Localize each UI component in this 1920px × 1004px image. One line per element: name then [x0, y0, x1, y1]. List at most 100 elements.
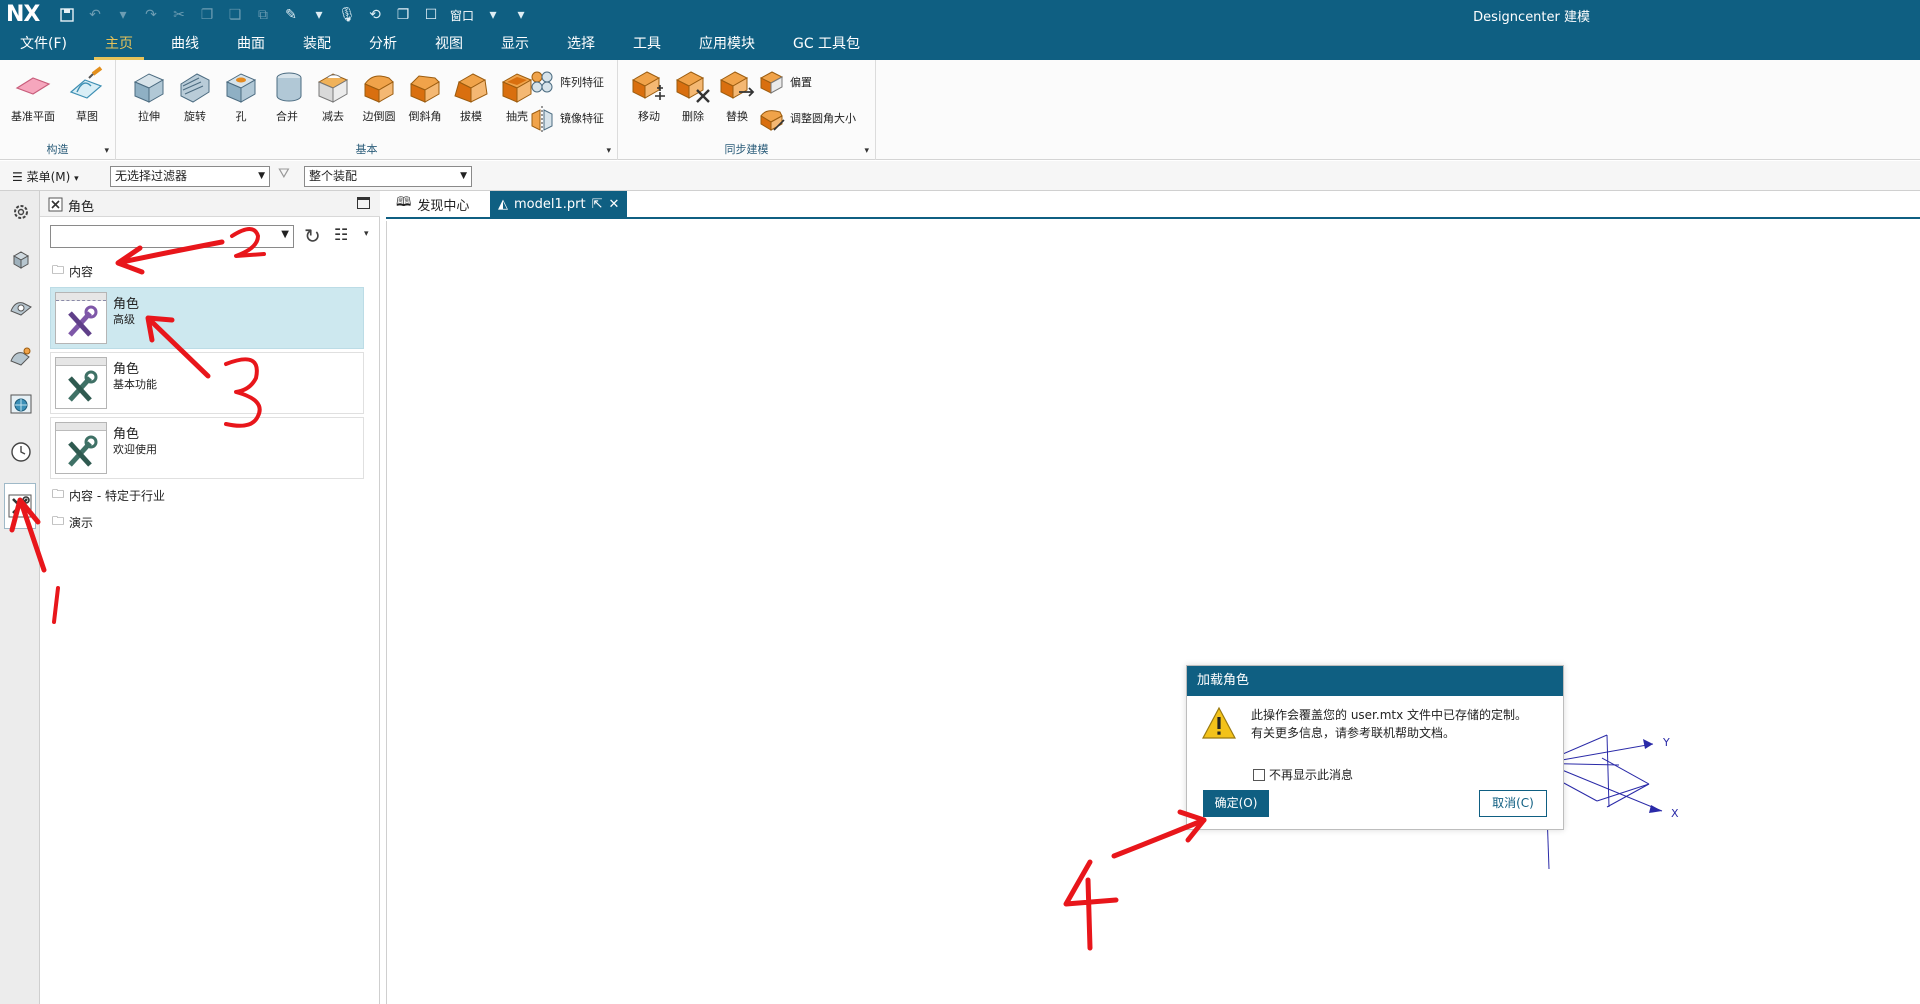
history-clock-icon[interactable] — [6, 437, 36, 467]
folder-icon: 🗀 — [52, 487, 65, 501]
graphics-window[interactable]: Y X — [386, 221, 1920, 1004]
subtract-icon — [317, 73, 349, 103]
folder-content-label: 内容 — [69, 265, 94, 279]
redo-icon[interactable]: ↷ — [140, 4, 162, 26]
dialog-message-line1: 此操作会覆盖您的 user.mtx 文件中已存储的定制。 — [1251, 708, 1528, 722]
subtract-button[interactable]: 减去 — [310, 66, 356, 124]
tab-home[interactable]: 主页 — [86, 30, 152, 60]
sketch-icon — [69, 66, 103, 99]
tab-view[interactable]: 视图 — [416, 30, 482, 60]
selection-scope-dropdown[interactable]: 整个装配 ▼ — [304, 166, 472, 187]
tab-discovery-center[interactable]: 🕮 发现中心 — [388, 191, 477, 217]
cancel-button[interactable]: 取消(C) — [1479, 790, 1547, 817]
dont-show-again-checkbox[interactable]: 不再显示此消息 — [1253, 766, 1353, 783]
role-name: 角色 — [113, 297, 140, 312]
role-item-welcome[interactable]: 角色 欢迎使用 — [50, 417, 364, 479]
folder-icon: 🗀 — [52, 514, 65, 528]
hole-button[interactable]: 孔 — [218, 66, 264, 124]
chevron-down-icon: ▼ — [460, 171, 467, 181]
role-item-essentials[interactable]: 角色 基本功能 — [50, 352, 364, 414]
draft-button[interactable]: 拔模 — [448, 66, 494, 124]
construct-group-dropdown-icon[interactable]: ▾ — [104, 146, 109, 156]
part-navigator-icon[interactable] — [6, 341, 36, 371]
undo-icon[interactable]: ↶ — [84, 4, 106, 26]
edge-blend-label: 边倒圆 — [362, 110, 396, 123]
tab-assembly[interactable]: 装配 — [284, 30, 350, 60]
extrude-button[interactable]: 拉伸 — [126, 66, 172, 124]
mirror-feature-button[interactable]: 镜像特征 — [528, 104, 604, 132]
constraint-navigator-icon[interactable] — [6, 293, 36, 323]
menu-button[interactable]: ☰ 菜单(M) ▾ — [12, 168, 79, 185]
window-switch-icon[interactable]: ❐ — [392, 4, 414, 26]
replace-face-button[interactable]: 替换 — [714, 66, 760, 124]
move-face-label: 移动 — [638, 110, 660, 123]
pattern-feature-button[interactable]: 阵列特征 — [528, 68, 604, 96]
view-dropdown-icon[interactable]: ▾ — [364, 229, 369, 239]
extrude-icon — [133, 73, 165, 103]
folder-demo-label: 演示 — [69, 516, 94, 530]
refresh-icon[interactable]: ↻ — [304, 224, 321, 248]
web-browser-icon[interactable] — [6, 389, 36, 419]
view-orient-icon[interactable]: ⟲ — [364, 4, 386, 26]
chamfer-button[interactable]: 倒斜角 — [402, 66, 448, 124]
checkbox-box[interactable] — [1253, 768, 1265, 781]
tab-model1[interactable]: ◭ model1.prt ⇱ ✕ — [490, 191, 628, 217]
window-dropdown-icon[interactable]: ▾ — [482, 4, 504, 26]
part-file-icon: ◭ — [498, 196, 508, 212]
tab-gc-toolkit[interactable]: GC 工具包 — [774, 30, 879, 60]
save-icon[interactable] — [56, 4, 78, 26]
revolve-button[interactable]: 旋转 — [172, 66, 218, 124]
edge-blend-icon — [364, 75, 394, 103]
type-filter-dropdown[interactable]: 无选择过滤器 ▼ — [110, 166, 270, 187]
maximize-icon[interactable] — [357, 197, 370, 209]
filter-funnel-icon[interactable]: ⛛ — [278, 166, 298, 186]
ok-button[interactable]: 确定(O) — [1203, 790, 1269, 817]
delete-face-button[interactable]: 删除 — [670, 66, 716, 124]
menu-dropdown-icon: ▾ — [74, 174, 79, 184]
sync-group-dropdown-icon[interactable]: ▾ — [864, 146, 869, 156]
edge-blend-button[interactable]: 边倒圆 — [356, 66, 402, 124]
datum-plane-icon — [15, 77, 51, 95]
tab-curve[interactable]: 曲线 — [152, 30, 218, 60]
tab-select[interactable]: 选择 — [548, 30, 614, 60]
tab-surface[interactable]: 曲面 — [218, 30, 284, 60]
tab-display[interactable]: 显示 — [482, 30, 548, 60]
checkbox-label: 不再显示此消息 — [1269, 768, 1354, 782]
folder-demo[interactable]: 🗀 演示 — [52, 512, 93, 533]
tab-tools[interactable]: 工具 — [614, 30, 680, 60]
menu-tabs: 文件(F) 主页 曲线 曲面 装配 分析 视图 显示 选择 工具 应用模块 GC… — [0, 30, 1920, 60]
customize-qat-icon[interactable]: ▾ — [510, 4, 532, 26]
dropdown-icon[interactable]: ▾ — [308, 4, 330, 26]
y-axis-label: Y — [1662, 736, 1670, 749]
command-finder-icon[interactable]: ✎ — [280, 4, 302, 26]
paste-icon[interactable]: ❏ — [224, 4, 246, 26]
unite-button[interactable]: 合并 — [264, 66, 310, 124]
microphone-icon[interactable]: 🎙 — [336, 4, 358, 26]
folder-industry-content[interactable]: 🗀 内容 - 特定于行业 — [52, 485, 165, 506]
move-face-button[interactable]: 移动 — [626, 66, 672, 124]
x-axis-label: X — [1671, 807, 1679, 820]
roles-tab-icon[interactable] — [4, 483, 36, 529]
folder-content[interactable]: 🗀 内容 — [52, 261, 93, 282]
datum-plane-button[interactable]: 基准平面 — [10, 66, 56, 124]
tab-file[interactable]: 文件(F) — [0, 30, 86, 60]
window-menu-label[interactable]: 窗口 — [448, 7, 476, 24]
copy-icon[interactable]: ❐ — [196, 4, 218, 26]
close-icon[interactable]: ✕ — [608, 197, 619, 212]
list-view-icon[interactable]: ☷ — [334, 225, 348, 244]
basic-group-dropdown-icon[interactable]: ▾ — [606, 146, 611, 156]
undock-icon[interactable]: ⇱ — [592, 197, 603, 212]
resize-blend-button[interactable]: 调整圆角大小 — [758, 104, 856, 132]
duplicate-icon[interactable]: ⧉ — [252, 4, 274, 26]
roles-filter-dropdown[interactable]: ▼ — [50, 225, 294, 248]
tab-analysis[interactable]: 分析 — [350, 30, 416, 60]
sketch-button[interactable]: 草图 — [64, 66, 110, 124]
role-item-advanced[interactable]: 角色 高级 — [50, 287, 364, 349]
settings-gear-icon[interactable] — [6, 197, 36, 227]
tab-applications[interactable]: 应用模块 — [680, 30, 774, 60]
assembly-navigator-icon[interactable] — [6, 245, 36, 275]
undo-dropdown-icon[interactable]: ▾ — [112, 4, 134, 26]
cut-icon[interactable]: ✂ — [168, 4, 190, 26]
offset-region-button[interactable]: 偏置 — [758, 68, 812, 96]
window-icon[interactable]: ☐ — [420, 4, 442, 26]
